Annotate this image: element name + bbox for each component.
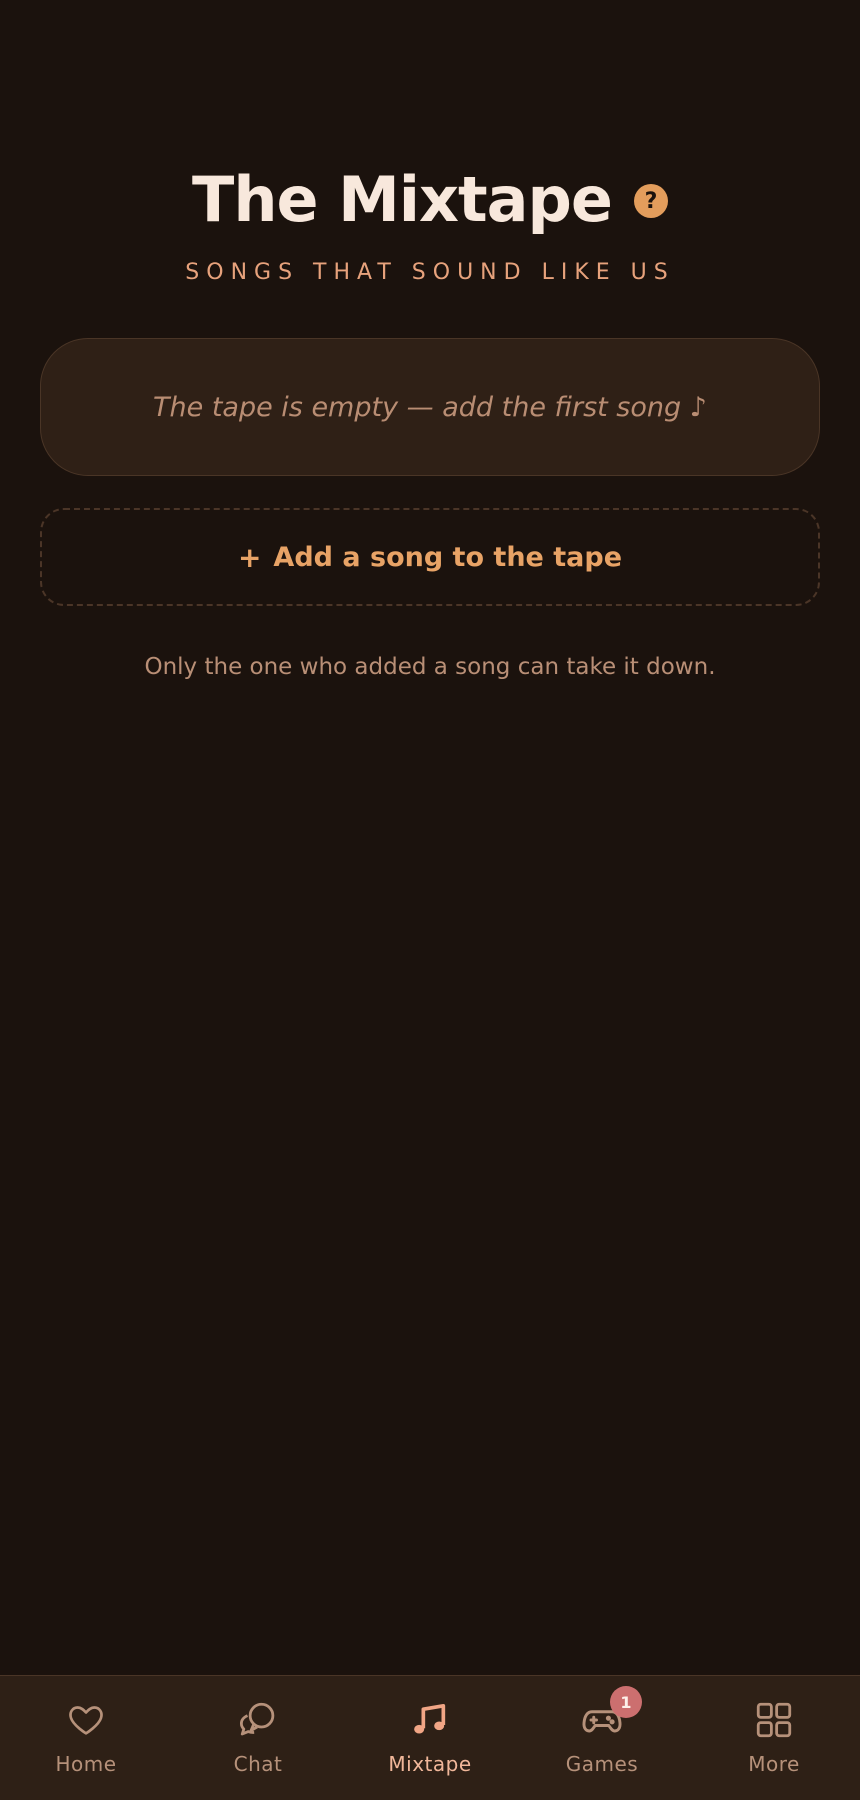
nav-label-games: Games	[565, 1752, 639, 1776]
plus-icon: +	[237, 540, 262, 574]
page-title: The Mixtape	[192, 163, 613, 236]
add-song-button[interactable]: + Add a song to the tape	[40, 508, 820, 606]
nav-item-home[interactable]: Home	[0, 1676, 172, 1800]
help-icon[interactable]: ?	[633, 184, 668, 218]
add-song-label: Add a song to the tape	[273, 541, 623, 573]
bottom-nav: Home Chat Mixtape 1 Games More	[0, 1675, 860, 1800]
nav-label-mixtape: Mixtape	[388, 1752, 472, 1776]
heart-icon	[64, 1698, 108, 1742]
tape-empty-card: The tape is empty — add the first song ♪	[40, 338, 820, 476]
mixtape-page: The Mixtape ? SONGS THAT SOUND LIKE US T…	[0, 0, 860, 1800]
gamepad-icon: 1	[580, 1686, 642, 1742]
nav-label-home: Home	[55, 1752, 117, 1776]
nav-item-games[interactable]: 1 Games	[516, 1676, 688, 1800]
header: The Mixtape ? SONGS THAT SOUND LIKE US	[0, 160, 860, 288]
page-subtitle: SONGS THAT SOUND LIKE US	[185, 260, 675, 285]
nav-label-chat: Chat	[233, 1752, 283, 1776]
nav-item-more[interactable]: More	[688, 1676, 860, 1800]
tape-empty-message: The tape is empty — add the first song ♪	[153, 391, 707, 423]
chat-bubbles-icon	[236, 1698, 280, 1742]
music-note-icon	[408, 1698, 452, 1742]
games-notification-badge: 1	[610, 1686, 642, 1718]
nav-item-mixtape[interactable]: Mixtape	[344, 1676, 516, 1800]
removal-note: Only the one who added a song can take i…	[144, 654, 716, 680]
nav-item-chat[interactable]: Chat	[172, 1676, 344, 1800]
title-row: The Mixtape ?	[0, 160, 860, 240]
grid-icon	[752, 1698, 796, 1742]
nav-label-more: More	[748, 1752, 800, 1776]
